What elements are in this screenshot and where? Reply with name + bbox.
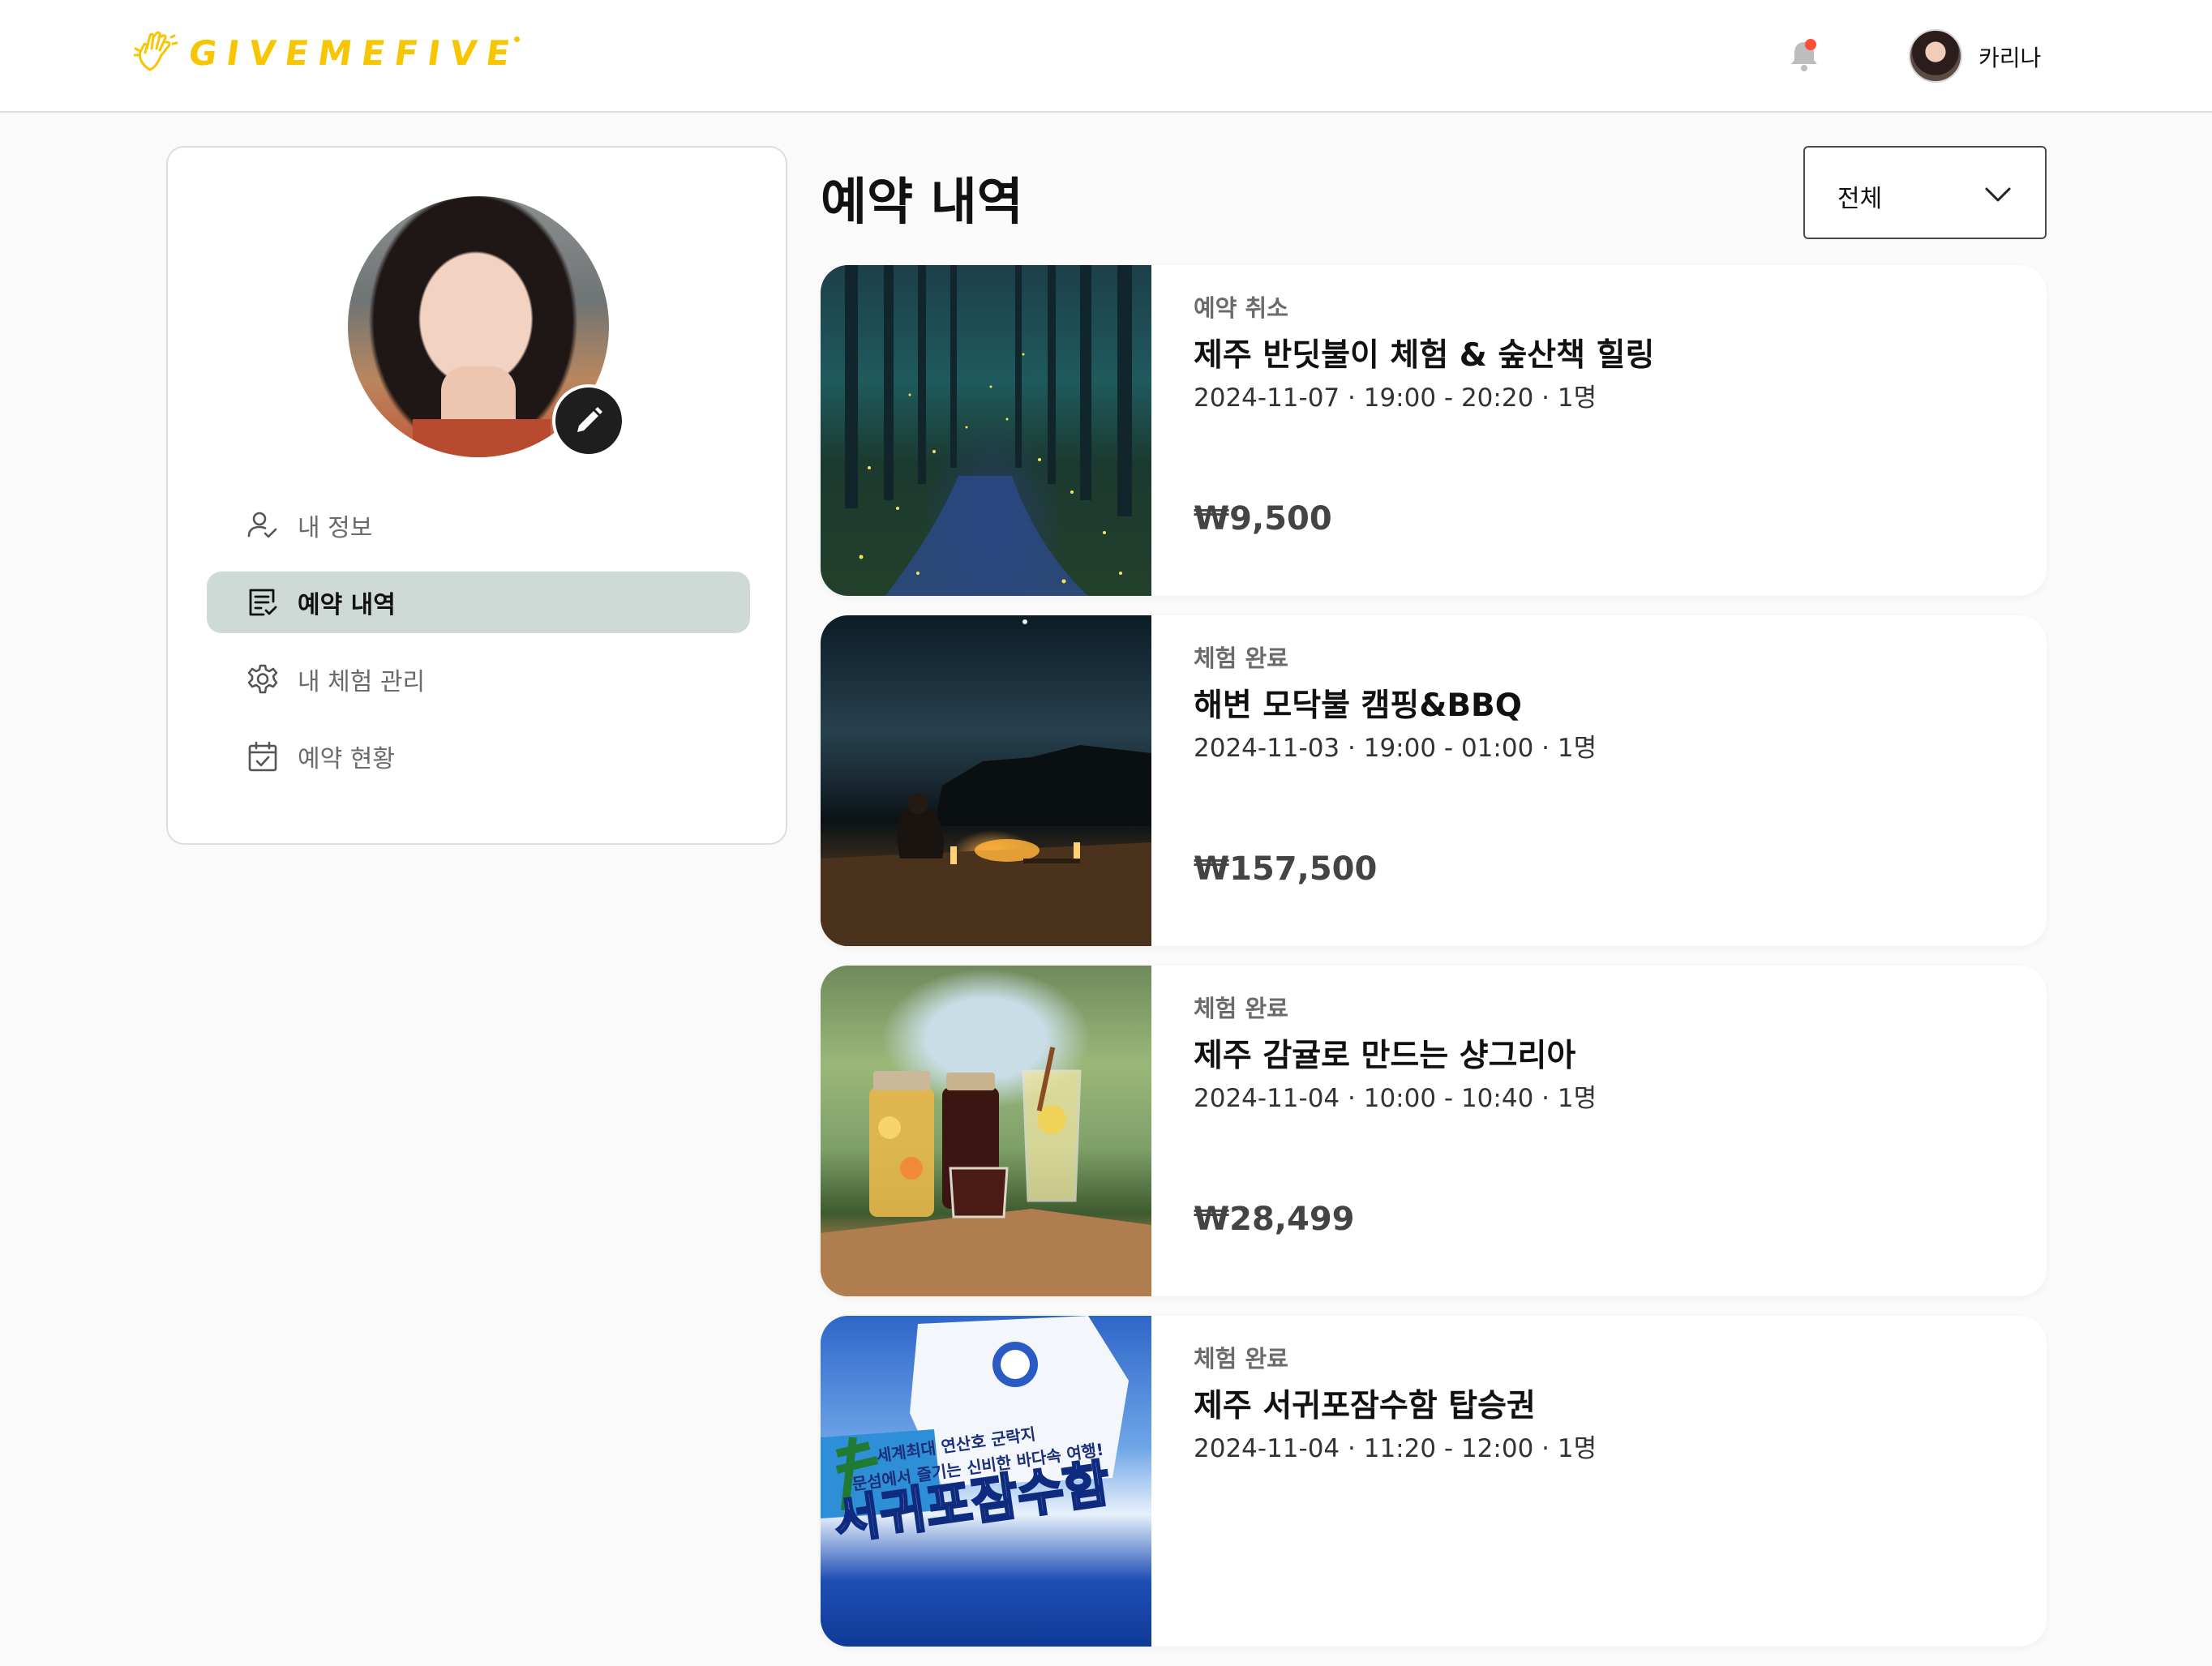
reservation-status: 체험 완료 <box>1194 995 1288 1022</box>
reservation-image-submarine: 세계최대 연산호 군락지 문섬에서 즐기는 신비한 바다속 여행! 서귀포잠수함 <box>821 1316 1151 1647</box>
reservation-image-sangria <box>821 966 1151 1296</box>
reservation-title: 제주 감귤로 만드는 샹그리아 <box>1194 1038 1576 1074</box>
profile-sidebar: 내 정보 예약 내역 내 체험 관리 예약 현황 <box>166 146 787 845</box>
reservation-datetime: 2024-11-04 · 10:00 - 10:40 · 1명 <box>1194 1084 1597 1113</box>
status-filter-dropdown[interactable]: 전체 <box>1803 146 2047 239</box>
header-user-name[interactable]: 카리나 <box>1978 41 2041 73</box>
reservation-datetime: 2024-11-03 · 19:00 - 01:00 · 1명 <box>1194 734 1597 763</box>
list-check-icon <box>249 589 277 616</box>
sidebar-item-label: 내 정보 <box>298 514 373 542</box>
sidebar-item-my-experiences[interactable]: 내 체험 관리 <box>207 649 750 710</box>
campfire-illustration <box>821 619 1151 946</box>
sidebar-item-reservations[interactable]: 예약 내역 <box>207 572 750 633</box>
reservation-status: 예약 취소 <box>1194 294 1288 322</box>
header-avatar[interactable] <box>1909 29 1962 83</box>
pencil-icon <box>577 407 602 432</box>
reservation-datetime: 2024-11-07 · 19:00 - 20:20 · 1명 <box>1194 383 1597 413</box>
sidebar-item-my-info[interactable]: 내 정보 <box>207 495 750 556</box>
submarine-poster-illustration: 세계최대 연산호 군락지 문섬에서 즐기는 신비한 바다속 여행! 서귀포잠수함 <box>821 1316 1129 1552</box>
calendar-check-icon <box>248 741 277 772</box>
logo[interactable]: GIVEMEFIVE <box>134 31 522 75</box>
forest-illustration <box>845 265 1132 596</box>
reservation-title: 제주 서귀포잠수함 탑승권 <box>1194 1388 1536 1424</box>
filter-selected-value: 전체 <box>1837 185 1883 213</box>
reservation-title: 해변 모닥불 캠핑&BBQ <box>1194 687 1522 724</box>
reservation-title: 제주 반딧불이 체험 & 숲산책 힐링 <box>1194 337 1655 374</box>
reservation-price: ₩28,499 <box>1194 1201 1355 1238</box>
reservation-card[interactable]: 예약 취소 제주 반딧불이 체험 & 숲산책 힐링 2024-11-07 · 1… <box>821 265 2047 596</box>
sidebar-item-label: 예약 내역 <box>298 591 396 619</box>
reservation-card[interactable]: 세계최대 연산호 군락지 문섬에서 즐기는 신비한 바다속 여행! 서귀포잠수함… <box>821 1316 2047 1647</box>
reservation-card[interactable]: 체험 완료 제주 감귤로 만드는 샹그리아 2024-11-04 · 10:00… <box>821 966 2047 1296</box>
logo-text: GIVEMEFIVE <box>186 32 522 73</box>
reservation-datetime: 2024-11-04 · 11:20 - 12:00 · 1명 <box>1194 1434 1597 1463</box>
reservation-price: ₩9,500 <box>1194 500 1332 537</box>
reservation-image-beach-campfire <box>821 615 1151 946</box>
reservation-list: 예약 취소 제주 반딧불이 체험 & 숲산책 힐링 2024-11-07 · 1… <box>821 265 2047 1666</box>
page-title: 예약 내역 <box>821 172 1023 231</box>
reservation-status: 체험 완료 <box>1194 1345 1288 1373</box>
top-nav: GIVEMEFIVE 카리나 <box>0 0 2212 113</box>
reservation-image-firefly-forest <box>821 265 1151 596</box>
profile-photo-top <box>413 419 551 457</box>
sidebar-item-label: 예약 현황 <box>298 745 395 773</box>
sidebar-menu: 내 정보 예약 내역 내 체험 관리 예약 현황 <box>207 495 750 803</box>
chevron-down-icon <box>1985 187 2011 202</box>
gear-icon <box>247 664 278 694</box>
sangria-illustration <box>821 1047 1151 1296</box>
user-check-icon <box>247 512 277 538</box>
reservation-card[interactable]: 체험 완료 해변 모닥불 캠핑&BBQ 2024-11-03 · 19:00 -… <box>821 615 2047 946</box>
reservation-price: ₩157,500 <box>1194 850 1378 888</box>
reservation-status: 체험 완료 <box>1194 645 1288 672</box>
notification-badge <box>1805 39 1816 50</box>
sidebar-item-label: 내 체험 관리 <box>298 668 426 696</box>
edit-profile-photo-button[interactable] <box>552 384 625 457</box>
sidebar-item-reservation-status[interactable]: 예약 현황 <box>207 726 750 787</box>
hand-logo-icon <box>134 31 178 71</box>
